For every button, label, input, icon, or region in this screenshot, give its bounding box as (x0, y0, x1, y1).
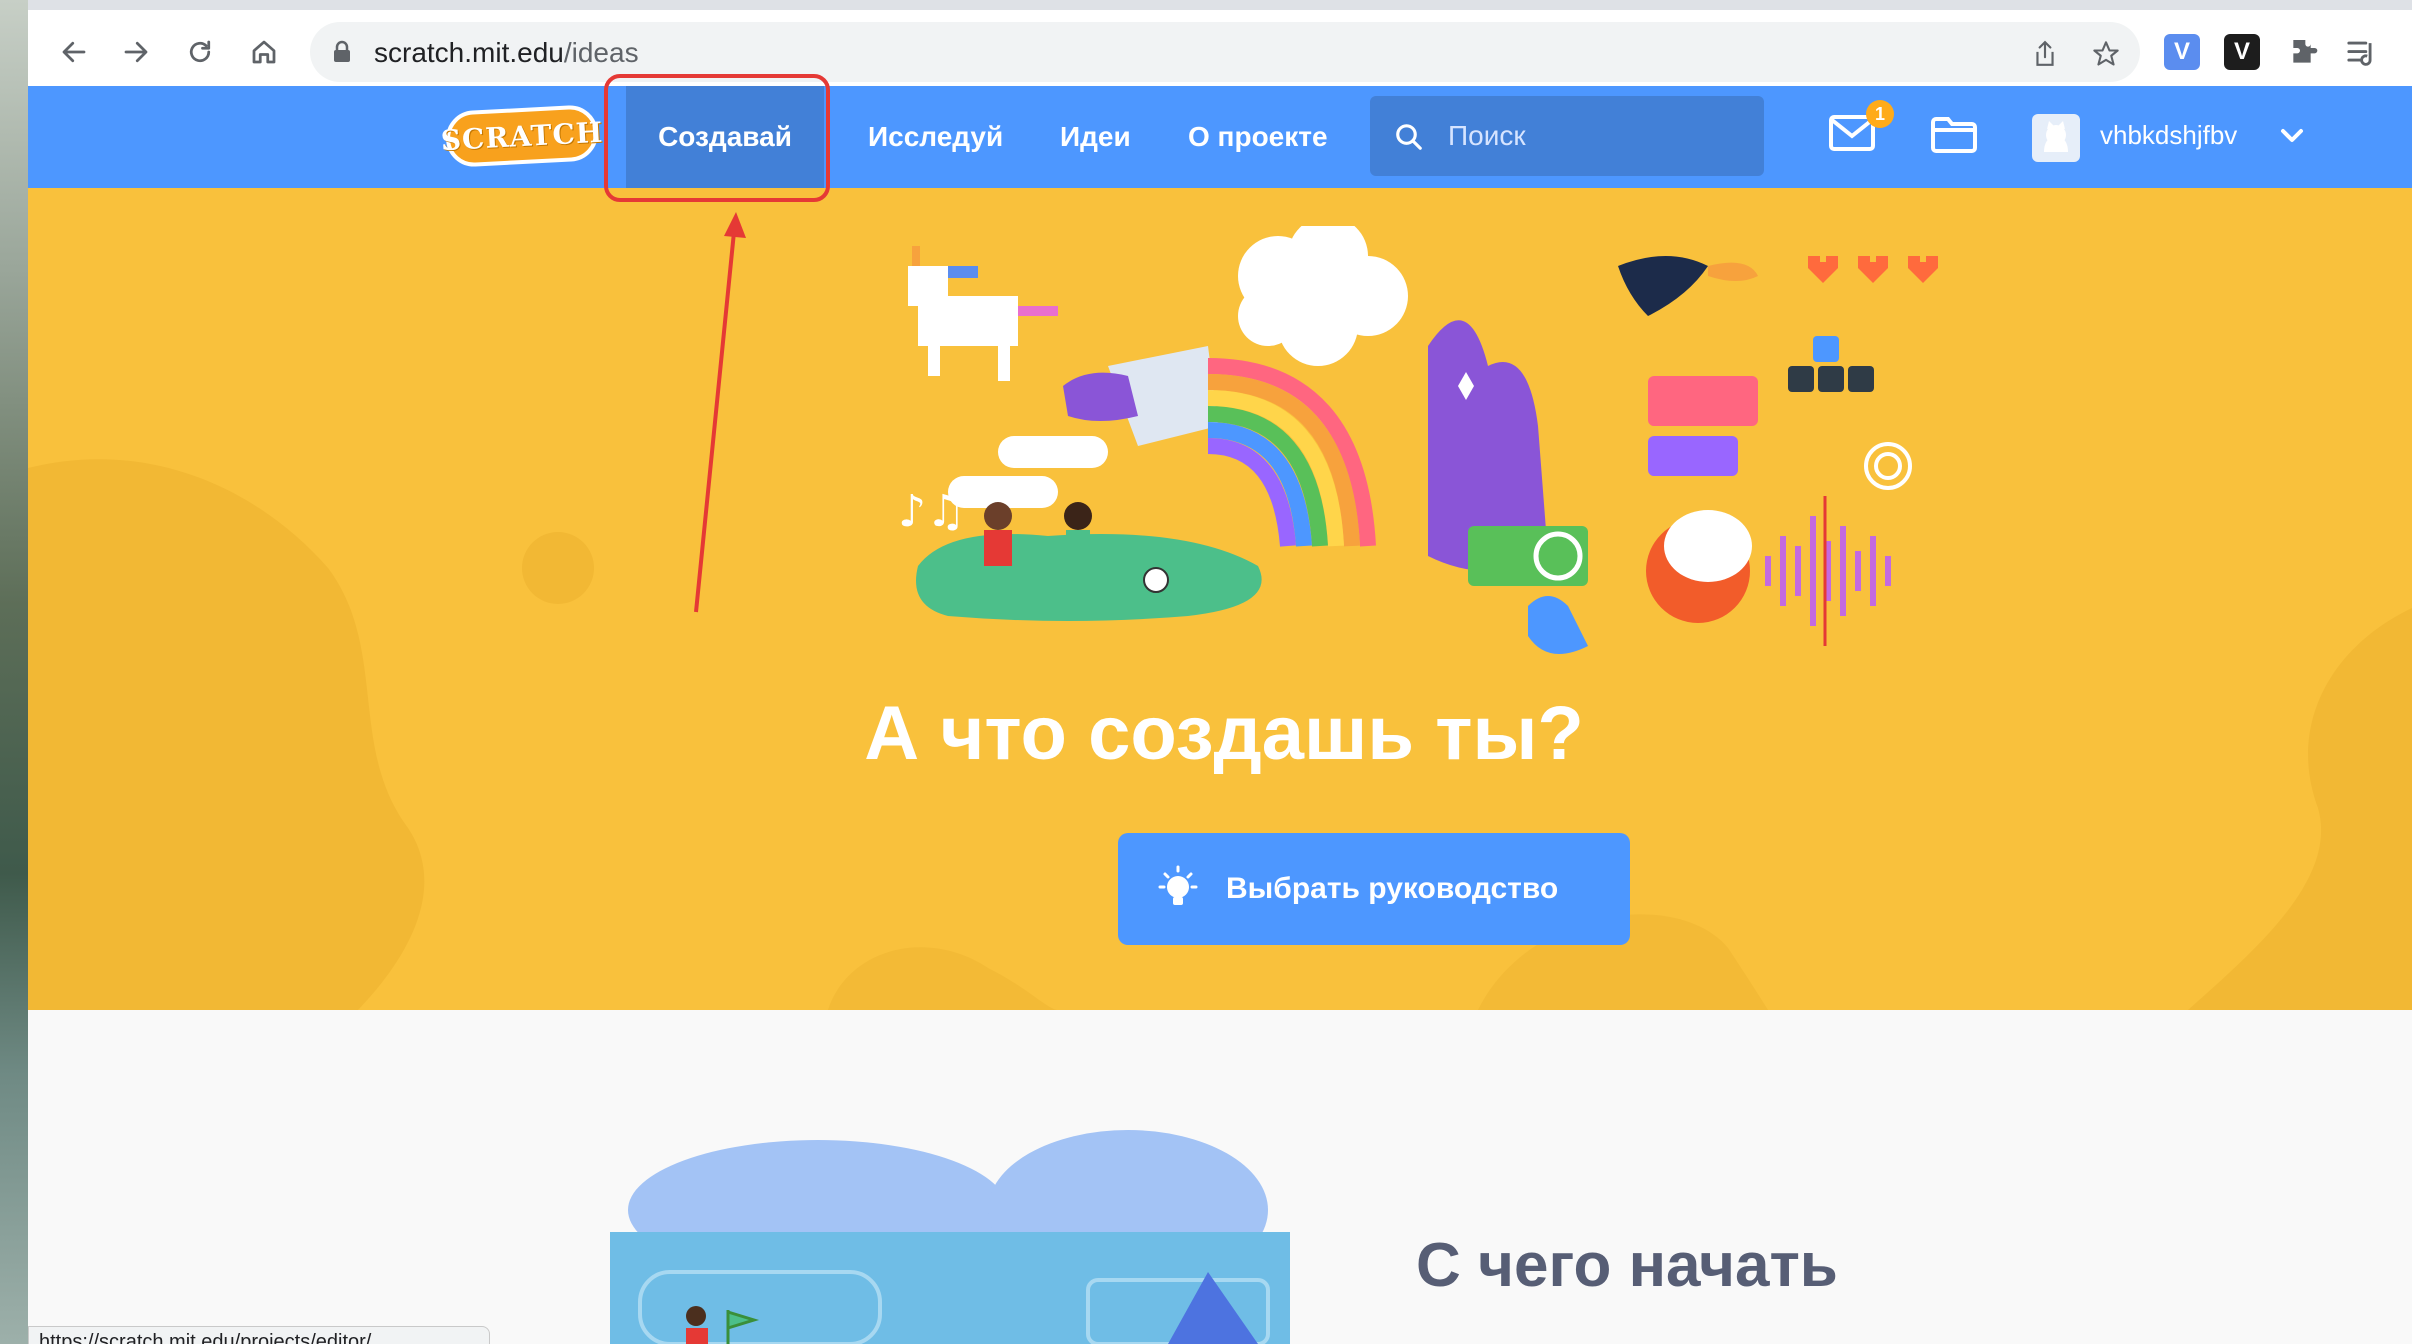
browser-window: scratch.mit.edu/ideas V V SCRATCH Создав… (28, 0, 2412, 1344)
getting-started-illustration (610, 1130, 1290, 1344)
cat-avatar-icon (2044, 121, 2068, 152)
back-arrow-icon (62, 41, 86, 63)
unicorn-icon (908, 246, 1058, 381)
choose-tutorial-button[interactable]: Выбрать руководство (1118, 833, 1630, 945)
soccer-ball-icon (1143, 567, 1169, 593)
messages-count-badge: 1 (1866, 100, 1894, 128)
spiral-icon (1864, 442, 1912, 490)
speech-bubble (998, 436, 1108, 468)
code-block (1648, 436, 1738, 476)
rainbow (1207, 358, 1376, 547)
hero-illustration: ♪♫ (898, 226, 1938, 654)
toucan-icon (1618, 256, 1708, 316)
nav-about[interactable]: О проекте (1166, 86, 1350, 188)
address-bar[interactable]: scratch.mit.edu/ideas (310, 22, 2140, 82)
share-icon[interactable] (2032, 40, 2058, 68)
getting-started-section: С чего начать (28, 1010, 2412, 1344)
search-input[interactable] (1448, 114, 1748, 158)
pointing-hand-icon (1528, 596, 1588, 654)
music-notes-icon: ♪♫ (898, 486, 966, 537)
reload-button[interactable] (180, 32, 220, 72)
browser-toolbar: scratch.mit.edu/ideas V V (28, 0, 2412, 86)
lock-icon (334, 40, 350, 62)
extension-v-blue-icon[interactable]: V (2164, 34, 2200, 70)
back-button[interactable] (54, 32, 94, 72)
desktop-background (0, 0, 28, 1344)
home-button[interactable] (244, 32, 284, 72)
bookmark-star-icon[interactable] (2092, 40, 2120, 68)
nav-ideas[interactable]: Идеи (1038, 86, 1153, 188)
nav-explore[interactable]: Исследуй (846, 86, 1025, 188)
paint-bucket-icon (1063, 346, 1218, 446)
search-box (1370, 96, 1764, 176)
logo-text: SCRATCH (439, 115, 605, 157)
chevron-down-icon[interactable] (2280, 128, 2304, 144)
sound-wave-icon (1765, 516, 1891, 626)
code-block (1648, 376, 1758, 426)
extensions-puzzle-icon[interactable] (2288, 36, 2320, 68)
home-icon (252, 40, 276, 64)
forward-button[interactable] (116, 32, 156, 72)
avatar[interactable] (2032, 114, 2080, 162)
kid-head (1064, 502, 1092, 530)
cta-label: Выбрать руководство (1226, 872, 1559, 905)
hero-banner: ♪♫ А что создашь ты? Выбрать руководство (28, 188, 2412, 1010)
reload-icon (189, 40, 211, 63)
annotation-highlight-box (604, 74, 830, 202)
my-stuff-folder-icon[interactable] (1930, 116, 1978, 154)
section-title: С чего начать (1416, 1231, 1838, 1300)
scratch-logo[interactable]: SCRATCH (440, 104, 604, 168)
url-text: scratch.mit.edu/ideas (374, 37, 639, 69)
username[interactable]: vhbkdshjfbv (2100, 120, 2237, 151)
url-domain: scratch.mit.edu (374, 37, 564, 68)
status-bar-url: https://scratch.mit.edu/projects/editor/ (28, 1326, 490, 1344)
cloud-icon (1238, 226, 1408, 366)
arrow-keys-icon (1788, 336, 1874, 392)
forward-arrow-icon (124, 41, 148, 63)
kid-head (984, 502, 1012, 530)
pixel-hearts-icon (1808, 256, 1938, 283)
lightbulb-icon (1158, 865, 1198, 905)
url-path: /ideas (563, 37, 639, 68)
media-queue-icon[interactable] (2346, 38, 2380, 68)
extension-v-dark-icon[interactable]: V (2224, 34, 2260, 70)
search-icon (1396, 124, 1422, 150)
scratch-navbar: SCRATCH Создавай Исследуй Идеи О проекте… (28, 86, 2412, 188)
hero-title: А что создашь ты? (864, 691, 1584, 776)
